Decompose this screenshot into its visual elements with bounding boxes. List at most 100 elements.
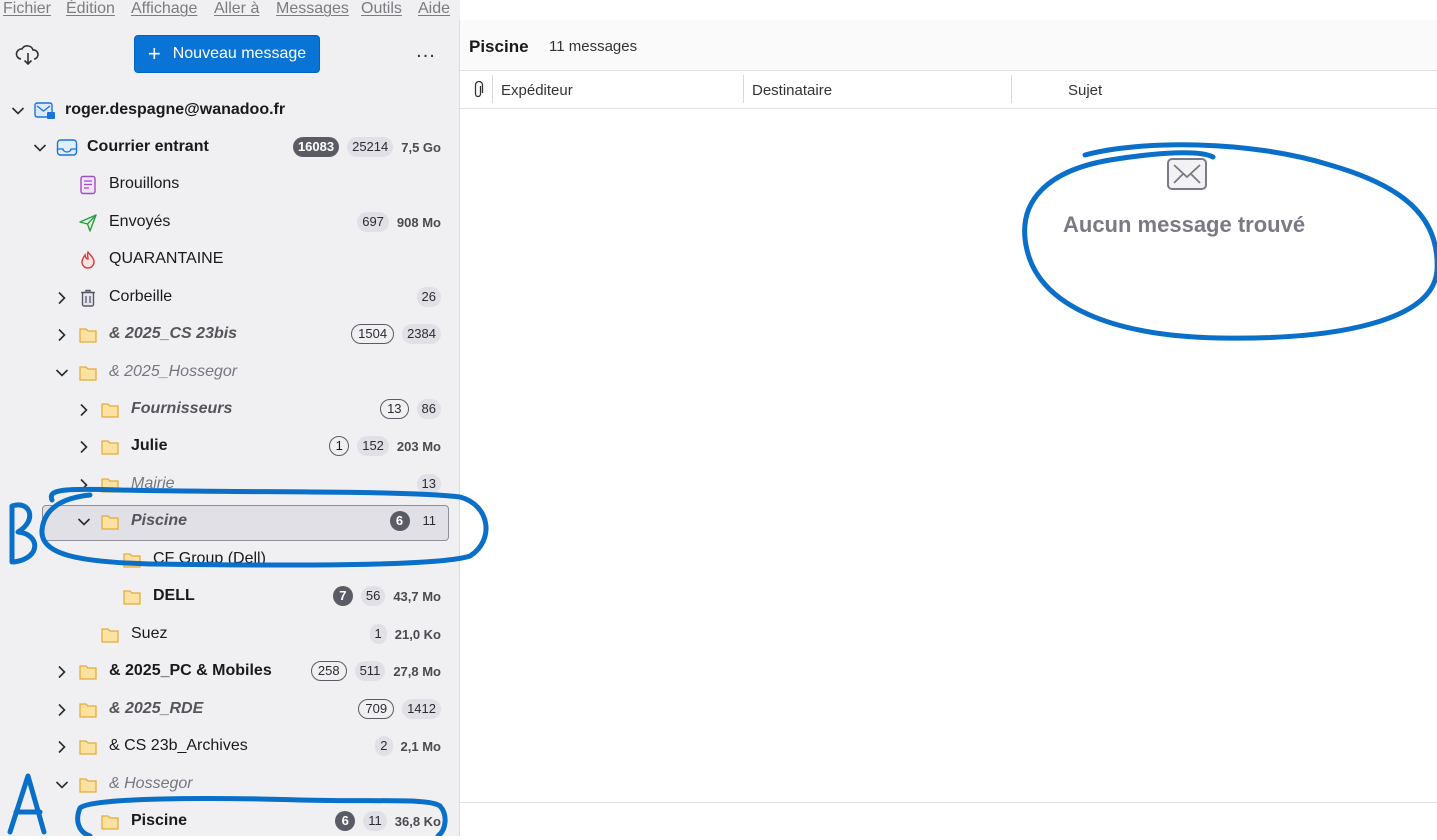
folder-name: Envoyés: [109, 213, 171, 230]
folder-icon: [78, 700, 98, 720]
folder-name: Corbeille: [109, 288, 173, 305]
folder-name: Suez: [131, 625, 168, 642]
total-count-badge: 1412: [402, 699, 441, 719]
chevron-right-icon[interactable]: [76, 477, 92, 493]
folder-row-2025-cs-23bis[interactable]: & 2025_CS 23bis 1504 2384: [0, 317, 459, 353]
folder-name: Piscine: [131, 812, 188, 829]
chevron-down-icon[interactable]: [54, 777, 70, 793]
total-count-badge: 511: [354, 661, 386, 681]
folder-icon: [78, 325, 98, 345]
folder-size: 203 Mo: [396, 438, 441, 454]
empty-message-text: Aucun message trouvé: [1063, 212, 1306, 237]
unread-count-badge: 13: [380, 399, 409, 419]
folder-row-courrier-entrant[interactable]: Courrier entrant 16083 25214 7,5 Go: [0, 130, 459, 166]
chevron-right-icon[interactable]: [76, 402, 92, 418]
unread-count-badge: 1: [329, 436, 350, 456]
menu-aide[interactable]: Aide: [418, 0, 450, 18]
column-sender[interactable]: Expéditeur: [501, 82, 573, 99]
folder-row-suez[interactable]: Suez 1 21,0 Ko: [0, 617, 459, 653]
chevron-down-icon[interactable]: [54, 365, 70, 381]
envelope-icon: [1166, 155, 1208, 193]
folder-name: & 2025_RDE: [109, 700, 204, 717]
folder-icon: [78, 363, 98, 383]
folder-counts: 1 21,0 Ko: [369, 624, 441, 644]
folder-name: Courrier entrant: [87, 138, 209, 155]
folder-row-julie[interactable]: Julie 1 152 203 Mo: [0, 429, 459, 465]
folder-row-piscine[interactable]: Piscine 6 11 36,8 Ko: [0, 804, 459, 840]
folder-counts: 1 152 203 Mo: [329, 436, 441, 456]
get-messages-button[interactable]: [14, 42, 42, 68]
folder-row-corbeille[interactable]: Corbeille 26: [0, 280, 459, 316]
chevron-right-icon[interactable]: [54, 702, 70, 718]
menu-bar: Fichier Édition Affichage Aller à Messag…: [0, 0, 460, 20]
folder-icon: [100, 437, 120, 457]
folder-row-fournisseurs[interactable]: Fournisseurs 13 86: [0, 392, 459, 428]
folder-icon: [100, 625, 120, 645]
chevron-down-icon[interactable]: [76, 514, 92, 530]
folder-row-quarantaine[interactable]: QUARANTAINE: [0, 242, 459, 278]
chevron-down-icon[interactable]: [10, 103, 26, 119]
more-options-button[interactable]: ...: [410, 40, 442, 68]
menu-fichier[interactable]: Fichier: [3, 0, 51, 18]
folder-size: 21,0 Ko: [394, 626, 441, 642]
chevron-right-icon[interactable]: [76, 439, 92, 455]
folder-row-2025-pc-mobiles[interactable]: & 2025_PC & Mobiles 258 511 27,8 Mo: [0, 654, 459, 690]
folder-row-piscine[interactable]: Piscine 6 11: [0, 504, 459, 540]
new-message-label: Nouveau message: [172, 45, 307, 62]
folder-icon: [100, 812, 120, 832]
folder-icon: [122, 550, 142, 570]
menu-edition[interactable]: Édition: [66, 0, 115, 18]
folder-row-hossegor[interactable]: & Hossegor: [0, 767, 459, 803]
menu-aller[interactable]: Aller à: [214, 0, 259, 18]
folder-row-cs-23b-archives[interactable]: & CS 23b_Archives 2 2,1 Mo: [0, 729, 459, 765]
folder-row-mairie[interactable]: Mairie 13: [0, 467, 459, 503]
folder-name: roger.despagne@wanadoo.fr: [65, 101, 286, 118]
unread-count-badge: 709: [358, 699, 395, 719]
folder-counts: 709 1412: [358, 699, 441, 719]
unread-count-badge: 6: [335, 811, 356, 831]
folder-row-cf-group-dell[interactable]: CF Group (Dell): [0, 542, 459, 578]
chevron-right-icon[interactable]: [54, 290, 70, 306]
folder-size: 908 Mo: [396, 214, 441, 230]
total-count-badge: 1: [369, 624, 387, 644]
folder-row-2025-rde[interactable]: & 2025_RDE 709 1412: [0, 692, 459, 728]
annotation-circle-empty: [1022, 142, 1437, 341]
folder-counts: 26: [416, 287, 441, 307]
message-count: 11 messages: [549, 38, 638, 55]
attachment-icon[interactable]: [472, 81, 486, 99]
chevron-right-icon[interactable]: [54, 664, 70, 680]
folder-row-2025-hossegor[interactable]: & 2025_Hossegor: [0, 355, 459, 391]
column-recipient[interactable]: Destinataire: [752, 82, 832, 99]
total-count-badge: 2384: [402, 324, 441, 344]
folder-icon: [100, 475, 120, 495]
unread-count-badge: 16083: [292, 137, 340, 157]
new-message-button[interactable]: + Nouveau message: [134, 35, 320, 73]
pane-divider: [460, 802, 1437, 803]
column-header-row: Expéditeur Destinataire Sujet: [460, 71, 1437, 109]
folder-counts: 13: [416, 474, 441, 494]
folder-name: Piscine: [131, 512, 188, 529]
chevron-down-icon[interactable]: [32, 140, 48, 156]
account-row[interactable]: roger.despagne@wanadoo.fr: [0, 93, 459, 129]
folder-row-envoy-s[interactable]: Envoyés 697 908 Mo: [0, 205, 459, 241]
folder-name: DELL: [153, 587, 195, 604]
folder-row-dell[interactable]: DELL 7 56 43,7 Mo: [0, 579, 459, 615]
folder-counts: 7 56 43,7 Mo: [332, 586, 441, 606]
total-count-badge: 25214: [347, 137, 394, 157]
folder-counts: 697 908 Mo: [357, 212, 441, 232]
folder-size: 36,8 Ko: [394, 813, 441, 829]
total-count-badge: 697: [357, 212, 389, 232]
folder-size: 7,5 Go: [401, 139, 441, 155]
unread-count-badge: 1504: [351, 324, 395, 344]
column-subject[interactable]: Sujet: [1068, 82, 1102, 99]
menu-affichage[interactable]: Affichage: [131, 0, 197, 18]
menu-outils[interactable]: Outils: [361, 0, 402, 18]
folder-icon: [78, 662, 98, 682]
drafts-icon: [78, 175, 98, 195]
menu-messages[interactable]: Messages: [276, 0, 349, 18]
chevron-right-icon[interactable]: [54, 327, 70, 343]
folder-size: 2,1 Mo: [400, 738, 441, 754]
chevron-right-icon[interactable]: [54, 739, 70, 755]
folder-name: Brouillons: [109, 175, 180, 192]
folder-row-brouillons[interactable]: Brouillons: [0, 167, 459, 203]
